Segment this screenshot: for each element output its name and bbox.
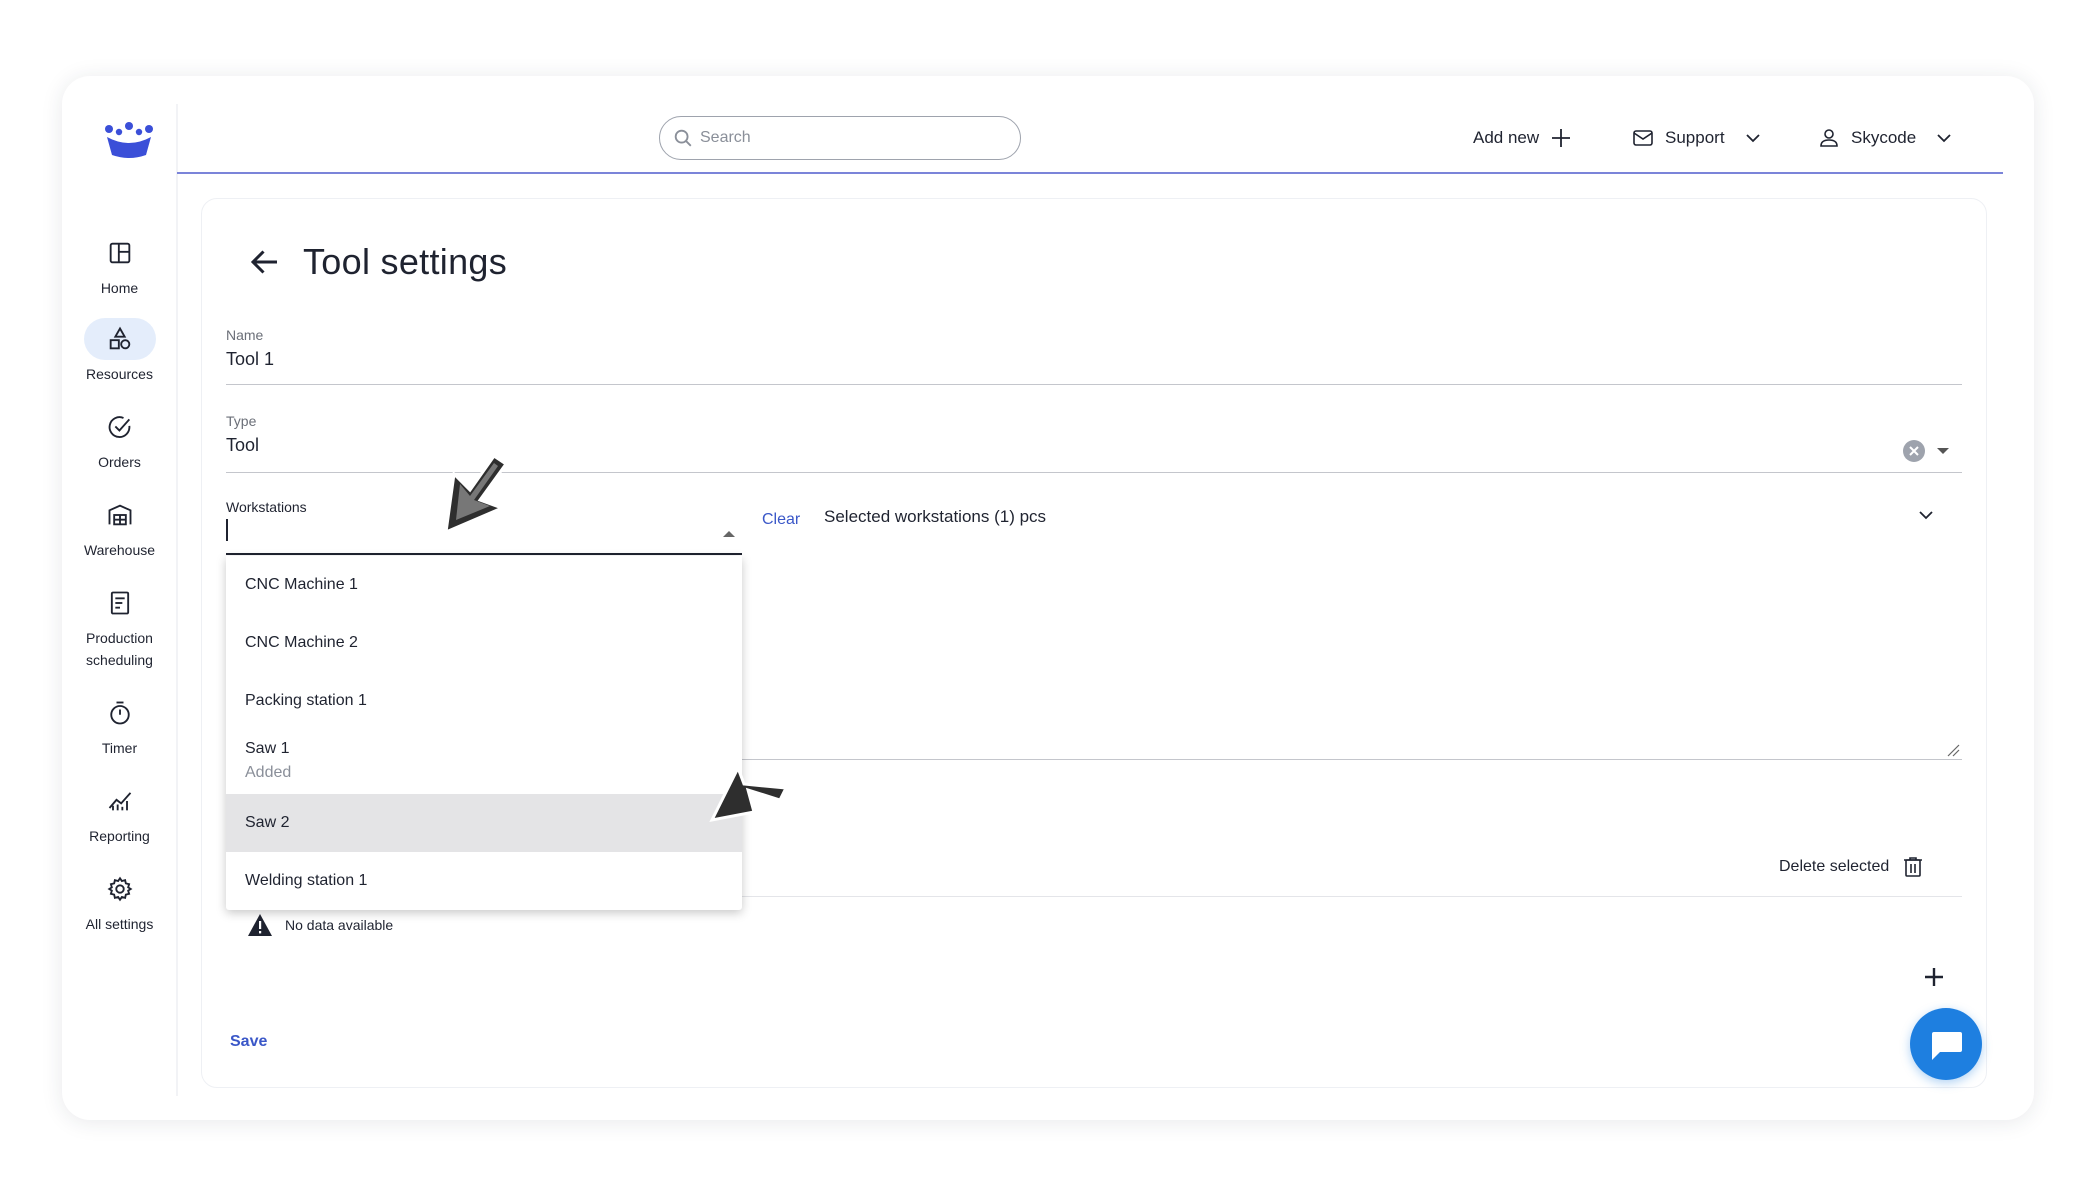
- nav-timer[interactable]: Timer: [62, 692, 177, 759]
- delete-selected-button[interactable]: Delete selected: [1779, 855, 1925, 879]
- dropdown-triangle-icon[interactable]: [1936, 446, 1950, 456]
- workstations-dropdown-list: CNC Machine 1 CNC Machine 2 Packing stat…: [226, 556, 742, 910]
- chat-bubble-icon: [1932, 1032, 1962, 1060]
- support-label: Support: [1665, 128, 1725, 147]
- nav-resources-icon-wrap: [83, 318, 156, 360]
- sidebar-divider: [176, 104, 178, 1096]
- nav-all-settings[interactable]: All settings: [62, 868, 177, 935]
- list-item[interactable]: Saw 1 Added: [226, 730, 742, 792]
- no-data-text: No data available: [285, 917, 394, 933]
- back-arrow-icon[interactable]: [247, 244, 283, 280]
- nav-production-scheduling[interactable]: Production scheduling: [62, 582, 177, 671]
- timer-icon: [109, 701, 130, 725]
- warehouse-icon: [108, 504, 131, 526]
- name-label: Name: [226, 327, 264, 343]
- option-label: CNC Machine 2: [245, 634, 358, 651]
- support-menu[interactable]: Support: [1631, 122, 1765, 154]
- nav-warehouse-label: Warehouse: [83, 542, 156, 558]
- no-data-message: No data available: [247, 913, 393, 937]
- nav-timer-icon-wrap: [84, 692, 156, 734]
- clear-circle-icon[interactable]: [1902, 439, 1926, 463]
- delete-selected-label: Delete selected: [1779, 858, 1890, 875]
- nav-settings-icon-wrap: [84, 868, 156, 910]
- search-box[interactable]: [659, 116, 1021, 160]
- chart-icon: [108, 792, 131, 811]
- list-item[interactable]: Saw 2: [226, 794, 742, 852]
- plus-icon: [1552, 129, 1571, 147]
- sidebar: Home Resources Orders Warehouse Producti…: [62, 76, 177, 1096]
- chevron-down-icon[interactable]: [1914, 503, 1938, 527]
- nav-warehouse-icon-wrap: [84, 494, 156, 536]
- type-field-icons: [1902, 439, 1950, 463]
- check-circle-icon: [108, 416, 130, 438]
- user-icon: [1820, 129, 1838, 147]
- option-sublabel: Added: [245, 764, 292, 781]
- option-label: Saw 1: [245, 740, 290, 757]
- page-header: Tool settings: [247, 241, 507, 283]
- add-new-button[interactable]: Add new: [1473, 122, 1573, 154]
- type-label: Type: [226, 413, 257, 429]
- page-title: Tool settings: [303, 241, 508, 282]
- nav-warehouse[interactable]: Warehouse: [62, 494, 177, 561]
- list-item[interactable]: Welding station 1: [226, 852, 742, 910]
- nav-timer-label: Timer: [101, 740, 138, 756]
- option-label: CNC Machine 1: [245, 576, 358, 593]
- chevron-down-icon: [1937, 134, 1951, 143]
- shapes-icon: [109, 326, 130, 350]
- nav-resources-label: Resources: [86, 366, 153, 382]
- nav-home-icon-wrap: [84, 232, 156, 274]
- top-bar: Add new Support Skycode: [177, 76, 2003, 174]
- selected-workstations-summary: Selected workstations (1) pcs: [824, 507, 1047, 526]
- mail-icon: [1633, 130, 1653, 146]
- resize-handle-icon[interactable]: [1946, 743, 1960, 757]
- annotation-arrow-icon: [709, 764, 789, 823]
- search-input[interactable]: [700, 129, 980, 147]
- option-label: Welding station 1: [245, 872, 368, 889]
- list-item[interactable]: CNC Machine 2: [226, 614, 742, 672]
- nav-home[interactable]: Home: [62, 232, 177, 299]
- nav-orders-icon-wrap: [84, 406, 156, 448]
- nav-settings-label: All settings: [85, 916, 154, 932]
- nav-home-label: Home: [100, 280, 139, 296]
- name-field[interactable]: Name Tool 1: [226, 327, 1962, 385]
- dropdown-up-triangle-icon[interactable]: [722, 529, 736, 539]
- nav-production-label-2: scheduling: [86, 652, 153, 668]
- trash-icon: [1904, 857, 1923, 877]
- option-label: Packing station 1: [245, 692, 367, 709]
- nav-reporting[interactable]: Reporting: [62, 780, 177, 847]
- annotation-arrow-icon: [444, 453, 509, 535]
- nav-orders[interactable]: Orders: [62, 406, 177, 473]
- textarea-border: [742, 759, 1962, 760]
- list-item[interactable]: Packing station 1: [226, 672, 742, 730]
- user-name: Skycode: [1851, 128, 1917, 147]
- nav-reporting-label: Reporting: [89, 828, 150, 844]
- table-header-divider: [742, 895, 1962, 897]
- nav-orders-label: Orders: [98, 454, 141, 470]
- nav-production-label-1: Production: [86, 630, 153, 646]
- clear-button[interactable]: Clear: [762, 511, 800, 529]
- nav-reporting-icon-wrap: [84, 780, 156, 822]
- add-new-label: Add new: [1473, 128, 1540, 147]
- option-label: Saw 2: [245, 814, 290, 831]
- name-value: Tool 1: [226, 349, 275, 369]
- chat-fab-button[interactable]: [1910, 1008, 1982, 1080]
- brand-logo-icon[interactable]: [102, 121, 156, 161]
- list-item[interactable]: CNC Machine 1: [226, 556, 742, 614]
- nav-production-icon-wrap: [84, 582, 156, 624]
- search-icon: [674, 129, 692, 147]
- schedule-doc-icon: [110, 591, 129, 615]
- warning-icon: [248, 914, 272, 936]
- gear-icon: [107, 876, 132, 902]
- user-menu[interactable]: Skycode: [1817, 122, 1956, 154]
- save-button[interactable]: Save: [230, 1033, 267, 1051]
- text-caret: [226, 519, 228, 541]
- nav-resources[interactable]: Resources: [62, 318, 177, 385]
- add-row-plus-icon[interactable]: [1922, 965, 1946, 989]
- home-icon: [109, 242, 130, 264]
- chevron-down-icon: [1745, 134, 1760, 143]
